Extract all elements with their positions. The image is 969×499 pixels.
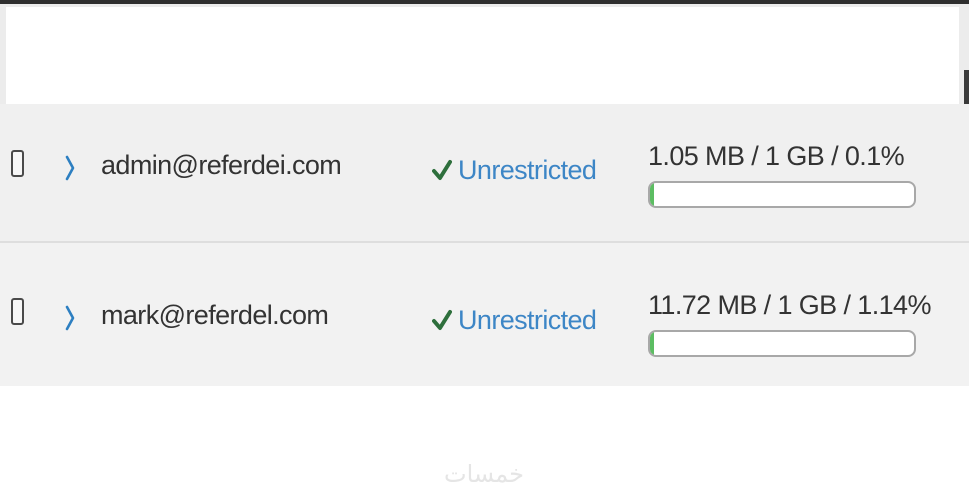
usage-progress-bar: [648, 181, 916, 208]
usage-text: 11.72 MB / 1 GB / 1.14%: [648, 290, 931, 320]
usage-progress-fill: [650, 183, 654, 206]
status: Unrestricted: [432, 302, 597, 338]
usage-progress-bar: [648, 330, 916, 357]
row-checkbox[interactable]: [11, 298, 24, 325]
row-checkbox[interactable]: [11, 150, 24, 177]
top-white-panel: [6, 7, 959, 105]
status-text: Unrestricted: [458, 154, 597, 185]
checkmark-icon: [432, 160, 452, 180]
usage-progress-fill: [650, 332, 654, 355]
expand-row-button[interactable]: [63, 301, 77, 335]
usage-text: 1.05 MB / 1 GB / 0.1%: [648, 141, 905, 171]
status: Unrestricted: [432, 152, 597, 188]
email-address: mark@referdel.com: [101, 300, 329, 330]
expand-row-button[interactable]: [63, 151, 77, 185]
status-text: Unrestricted: [458, 304, 597, 335]
chevron-right-icon: [65, 155, 75, 181]
watermark: خمسات: [443, 460, 525, 488]
email-address: admin@referdei.com: [101, 150, 342, 180]
checkmark-icon: [432, 310, 452, 330]
chevron-right-icon: [65, 305, 75, 331]
usage: 1.05 MB / 1 GB / 0.1%: [648, 139, 920, 208]
usage: 11.72 MB / 1 GB / 1.14%: [648, 288, 931, 357]
